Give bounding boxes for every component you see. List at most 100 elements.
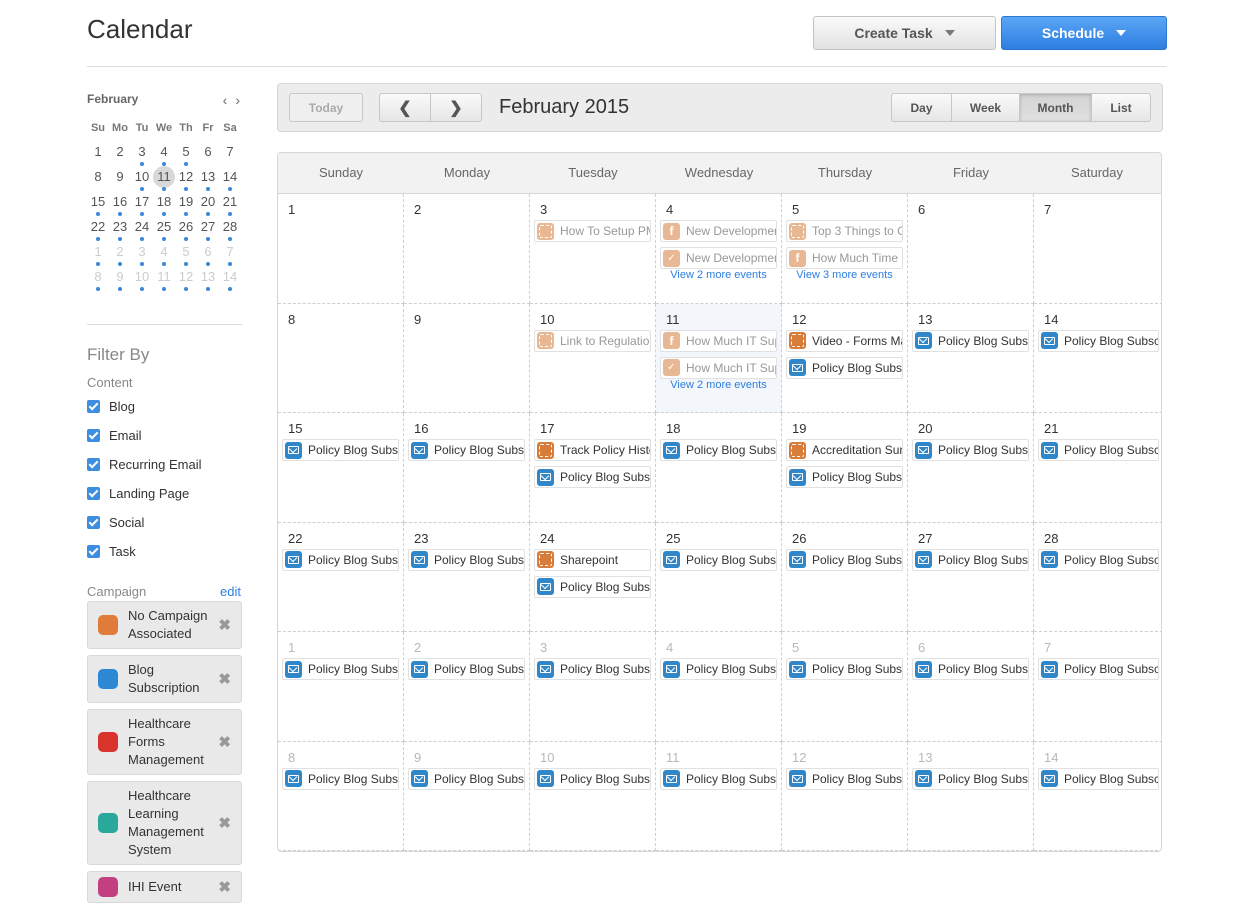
day-cell[interactable]: 3 Policy Blog Subsc — [530, 632, 656, 742]
calendar-event[interactable]: Top 3 Things to C — [786, 220, 903, 242]
day-cell[interactable]: 1 Policy Blog Subsc — [278, 632, 404, 742]
mini-day[interactable]: 8 — [87, 267, 109, 292]
mini-day[interactable]: 1 — [87, 142, 109, 167]
day-cell[interactable]: 7 Policy Blog Subsc — [1034, 632, 1161, 742]
content-filter-item[interactable]: Task — [87, 537, 201, 566]
day-cell[interactable]: 25 Policy Blog Subsc — [656, 522, 782, 632]
day-cell[interactable]: 14 Policy Blog Subsc — [1034, 742, 1161, 851]
view-day-button[interactable]: Day — [891, 93, 952, 122]
mini-day[interactable]: 12 — [175, 267, 197, 292]
mini-day[interactable]: 18 — [153, 192, 175, 217]
calendar-event[interactable]: Policy Blog Subsc — [534, 466, 651, 488]
calendar-event[interactable]: Policy Blog Subsc — [408, 658, 525, 680]
mini-day[interactable]: 13 — [197, 167, 219, 192]
calendar-event[interactable]: Policy Blog Subsc — [912, 439, 1029, 461]
campaign-item[interactable]: Healthcare Learning Management System ✖ — [87, 781, 242, 865]
day-cell[interactable]: 5 Top 3 Things to C f How Much Time D View 3… — [782, 194, 908, 304]
day-cell[interactable]: 16 Policy Blog Subsc — [404, 413, 530, 523]
day-cell[interactable]: 3 How To Setup PM — [530, 194, 656, 304]
calendar-event[interactable]: Link to Regulation — [534, 329, 651, 352]
mini-day[interactable]: 16 — [109, 192, 131, 217]
calendar-event[interactable]: Policy Blog Subsc — [660, 767, 777, 790]
content-filter-item[interactable]: Landing Page — [87, 479, 201, 508]
mini-day[interactable]: 6 — [197, 242, 219, 267]
day-cell[interactable]: 6 — [908, 194, 1034, 304]
day-cell[interactable]: 20 Policy Blog Subsc — [908, 413, 1034, 523]
schedule-button[interactable]: Schedule — [1001, 16, 1167, 50]
remove-icon[interactable]: ✖ — [218, 814, 231, 832]
campaign-item[interactable]: No Campaign Associated ✖ — [87, 601, 242, 649]
day-cell[interactable]: 7 — [1034, 194, 1161, 304]
calendar-event[interactable]: Accreditation Sun — [786, 439, 903, 461]
mini-day[interactable]: 11 — [153, 267, 175, 292]
day-cell[interactable]: 23 Policy Blog Subsc — [404, 522, 530, 632]
view-more-events-link[interactable]: View 2 more events — [656, 269, 781, 281]
mini-day[interactable]: 26 — [175, 217, 197, 242]
day-cell[interactable]: 17 Track Policy Histo Policy Blog Subsc — [530, 413, 656, 523]
mini-day[interactable]: 19 — [175, 192, 197, 217]
create-task-button[interactable]: Create Task — [813, 16, 996, 50]
day-cell[interactable]: 4 Policy Blog Subsc — [656, 632, 782, 742]
mini-day[interactable]: 21 — [219, 192, 241, 217]
mini-day[interactable]: 15 — [87, 192, 109, 217]
view-list-button[interactable]: List — [1091, 93, 1151, 122]
day-cell[interactable]: 12 Policy Blog Subsc — [782, 741, 908, 851]
mini-day[interactable]: 9 — [109, 167, 131, 192]
day-cell[interactable]: 1 — [278, 194, 404, 304]
checkbox-checked-icon[interactable] — [87, 400, 100, 413]
mini-day[interactable]: 14 — [219, 267, 241, 292]
calendar-event[interactable]: f New Development — [660, 220, 777, 242]
day-cell[interactable]: 13 Policy Blog Subsc — [908, 303, 1034, 413]
calendar-event[interactable]: Policy Blog Subsc — [282, 439, 399, 461]
mini-day[interactable]: 20 — [197, 192, 219, 217]
mini-day[interactable]: 28 — [219, 217, 241, 242]
checkbox-checked-icon[interactable] — [87, 429, 100, 442]
content-filter-item[interactable]: Social — [87, 508, 201, 537]
mini-day[interactable]: 11 — [153, 166, 175, 192]
view-more-events-link[interactable]: View 2 more events — [656, 379, 781, 391]
day-cell[interactable]: 2 — [404, 194, 530, 304]
day-cell[interactable]: 12 Video - Forms Ma Policy Blog Subsc — [782, 303, 908, 413]
calendar-event[interactable]: Policy Blog Subsc — [1038, 329, 1159, 352]
campaign-item[interactable]: Healthcare Forms Management ✖ — [87, 709, 242, 775]
mini-day[interactable]: 3 — [131, 242, 153, 267]
day-cell[interactable]: 26 Policy Blog Subsc — [782, 522, 908, 632]
mini-day[interactable]: 13 — [197, 267, 219, 292]
calendar-event[interactable]: ✓ How Much IT Sup — [660, 356, 777, 379]
mini-day[interactable]: 5 — [175, 242, 197, 267]
calendar-event[interactable]: Policy Blog Subsc — [660, 658, 777, 680]
calendar-event[interactable]: Policy Blog Subsc — [912, 658, 1029, 680]
mini-day[interactable]: 2 — [109, 142, 131, 167]
content-filter-item[interactable]: Blog — [87, 392, 201, 421]
mini-day[interactable]: 8 — [87, 167, 109, 192]
day-cell[interactable]: 28 Policy Blog Subsc — [1034, 523, 1161, 632]
day-cell[interactable]: 11 f How Much IT Sup ✓ How Much IT Sup View 2… — [656, 303, 782, 413]
mini-day[interactable]: 10 — [131, 167, 153, 192]
calendar-event[interactable]: Policy Blog Subsc — [282, 767, 399, 790]
calendar-event[interactable]: ✓ New Development — [660, 247, 777, 269]
campaign-item[interactable]: IHI Event ✖ — [87, 871, 242, 903]
remove-icon[interactable]: ✖ — [218, 616, 231, 634]
next-month-button[interactable]: ❯ — [430, 93, 482, 122]
day-cell[interactable]: 4 f New Development ✓ New Development View 2 … — [656, 194, 782, 304]
calendar-event[interactable]: Policy Blog Subsc — [408, 439, 525, 461]
calendar-event[interactable]: Policy Blog Subsc — [282, 548, 399, 571]
day-cell[interactable]: 2 Policy Blog Subsc — [404, 632, 530, 742]
checkbox-checked-icon[interactable] — [87, 545, 100, 558]
calendar-event[interactable]: Policy Blog Subsc — [408, 548, 525, 571]
calendar-event[interactable]: Video - Forms Ma — [786, 329, 903, 352]
calendar-event[interactable]: Policy Blog Subsc — [786, 466, 903, 488]
day-cell[interactable]: 8 — [278, 303, 404, 413]
mini-day[interactable]: 4 — [153, 142, 175, 167]
day-cell[interactable]: 27 Policy Blog Subsc — [908, 522, 1034, 632]
calendar-event[interactable]: Policy Blog Subsc — [786, 658, 903, 680]
mini-day[interactable]: 4 — [153, 242, 175, 267]
day-cell[interactable]: 10 Link to Regulation — [530, 303, 656, 413]
content-filter-item[interactable]: Email — [87, 421, 201, 450]
view-month-button[interactable]: Month — [1019, 93, 1092, 122]
campaign-edit-link[interactable]: edit — [220, 584, 241, 599]
day-cell[interactable]: 6 Policy Blog Subsc — [908, 632, 1034, 742]
calendar-event[interactable]: Policy Blog Subsc — [1038, 548, 1159, 571]
remove-icon[interactable]: ✖ — [218, 733, 231, 751]
mini-day[interactable]: 12 — [175, 167, 197, 192]
